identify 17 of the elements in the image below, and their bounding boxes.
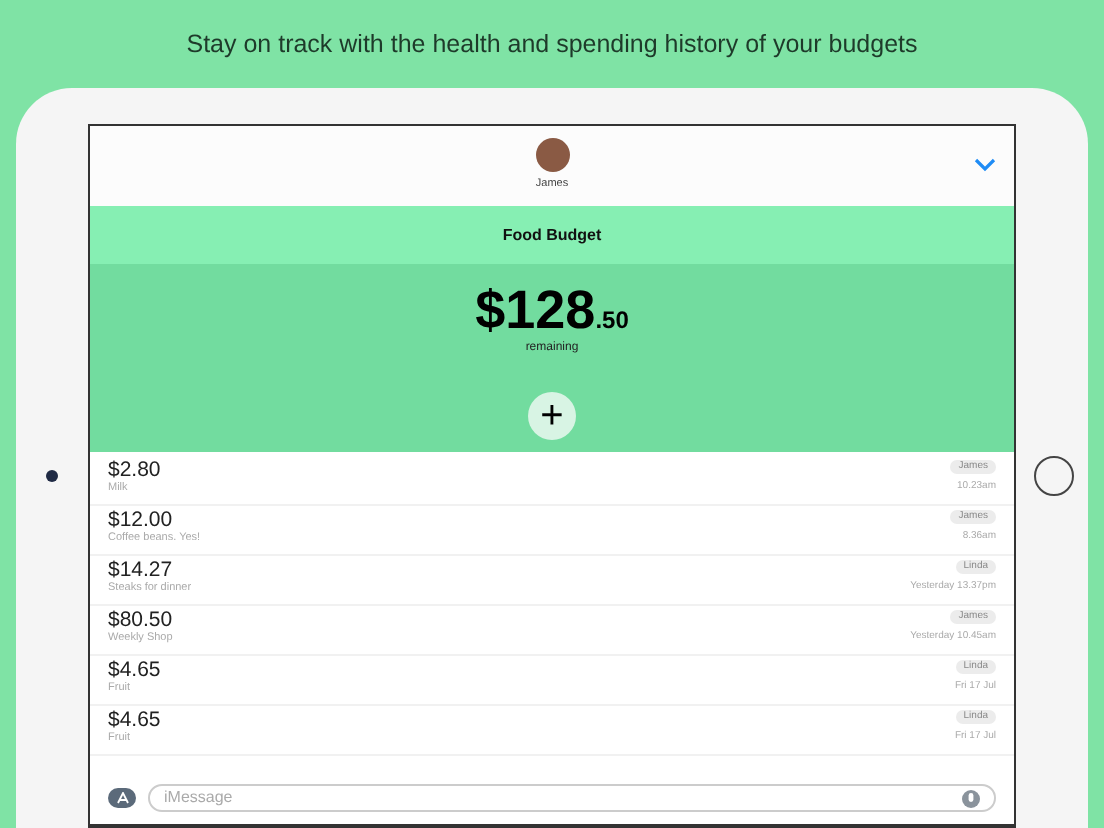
remaining-amount: $128.50 [475,284,629,338]
transaction-amount: $12.00 [108,510,175,531]
chevron-down-icon[interactable] [974,158,996,172]
message-placeholder: iMessage [164,786,233,810]
transaction-amount: $4.65 [108,710,161,731]
avatar [535,138,569,173]
microphone-icon[interactable] [962,789,980,807]
camera-icon [45,470,57,482]
transaction-amount: $14.27 [108,560,175,581]
transaction-amount: $2.80 [108,460,161,481]
app-store-icon[interactable] [108,788,136,808]
transaction-amount: $80.50 [108,610,173,631]
home-button[interactable] [1034,456,1074,496]
transaction-amount: $4.65 [108,660,161,681]
budget-title: Food Budget [502,223,602,247]
headline: Stay on track with the health and spending history of your budgets [186,27,918,62]
add-button[interactable]: + [528,392,576,440]
